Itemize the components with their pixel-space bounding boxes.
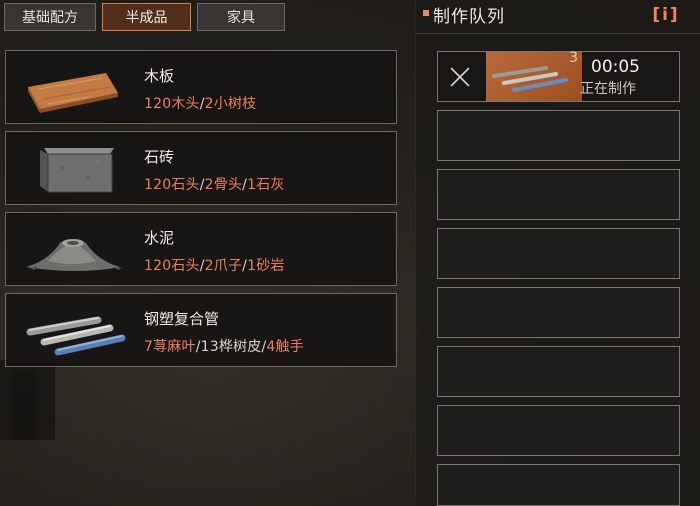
active-item-thumbnail: 3 bbox=[486, 50, 582, 101]
requirement-item: 7荨麻叶 bbox=[144, 339, 196, 355]
craft-queue-title: 制作队列 bbox=[433, 7, 505, 27]
recipe-name: 石砖 bbox=[144, 148, 175, 166]
craft-queue-panel: 制作队列 [i] 3 00:05 正在制作 bbox=[415, 0, 700, 506]
requirement-item: 1石灰 bbox=[247, 177, 285, 193]
requirement-item: 120木头 bbox=[144, 96, 200, 112]
stone-brick-icon bbox=[40, 148, 114, 193]
queue-slot-empty[interactable] bbox=[437, 287, 680, 338]
tab-furniture[interactable]: 家具 bbox=[197, 3, 285, 31]
craft-status: 正在制作 bbox=[580, 81, 636, 97]
cement-pile-icon bbox=[26, 239, 122, 271]
recipe-requirements: 120石头/2骨头/1石灰 bbox=[144, 174, 285, 194]
divider bbox=[416, 33, 700, 34]
requirement-item: 120石头 bbox=[144, 258, 200, 274]
requirement-item: 1砂岩 bbox=[247, 258, 285, 274]
requirement-item: 2小树枝 bbox=[204, 96, 257, 112]
recipe-requirements: 120石头/2爪子/1砂岩 bbox=[144, 255, 285, 275]
cancel-icon[interactable] bbox=[447, 64, 473, 90]
recipe-name: 木板 bbox=[144, 67, 175, 85]
recipe-list: 木板 120木头/2小树枝 石砖 120石头/2骨头/1石灰 水泥 120石头/… bbox=[5, 50, 397, 374]
queue-slot-empty[interactable] bbox=[437, 110, 680, 161]
header-bullet-icon bbox=[423, 10, 429, 16]
craft-queue-header: 制作队列 [i] bbox=[416, 0, 700, 32]
queue-slot-empty[interactable] bbox=[437, 346, 680, 397]
requirement-item: 2骨头 bbox=[204, 177, 243, 193]
queue-slot-empty[interactable] bbox=[437, 405, 680, 456]
recipe-item-cement[interactable]: 水泥 120石头/2爪子/1砂岩 bbox=[5, 212, 397, 286]
queue-slot-empty[interactable] bbox=[437, 169, 680, 220]
recipe-requirements: 7荨麻叶/13桦树皮/4触手 bbox=[144, 336, 304, 356]
craft-timer: 00:05 bbox=[591, 57, 640, 77]
tab-basic-recipes[interactable]: 基础配方 bbox=[4, 3, 96, 31]
info-button[interactable]: [i] bbox=[650, 3, 682, 27]
wood-plank-icon bbox=[28, 73, 118, 113]
recipe-item-wood-plank[interactable]: 木板 120木头/2小树枝 bbox=[5, 50, 397, 124]
steel-plastic-pipe-icon bbox=[492, 66, 568, 92]
active-item-count: 3 bbox=[569, 50, 578, 66]
recipe-requirements: 120木头/2小树枝 bbox=[144, 93, 256, 113]
requirement-item: 120石头 bbox=[144, 177, 200, 193]
queue-slot-active[interactable]: 3 00:05 正在制作 bbox=[437, 50, 680, 102]
recipe-item-stone-brick[interactable]: 石砖 120石头/2骨头/1石灰 bbox=[5, 131, 397, 205]
requirement-item: 4触手 bbox=[266, 339, 304, 355]
tab-semi-finished[interactable]: 半成品 bbox=[102, 3, 191, 31]
requirement-item: 2爪子 bbox=[204, 258, 243, 274]
requirement-item: 13桦树皮 bbox=[200, 339, 262, 355]
queue-slot-empty[interactable] bbox=[437, 228, 680, 279]
recipe-name: 钢塑复合管 bbox=[144, 310, 220, 328]
queue-slot-empty[interactable] bbox=[437, 464, 680, 506]
steel-plastic-pipe-icon bbox=[26, 316, 126, 356]
recipe-item-steel-plastic-pipe[interactable]: 钢塑复合管 7荨麻叶/13桦树皮/4触手 bbox=[5, 293, 397, 367]
category-tabs: 基础配方 半成品 家具 bbox=[4, 3, 285, 31]
recipe-name: 水泥 bbox=[144, 229, 175, 247]
